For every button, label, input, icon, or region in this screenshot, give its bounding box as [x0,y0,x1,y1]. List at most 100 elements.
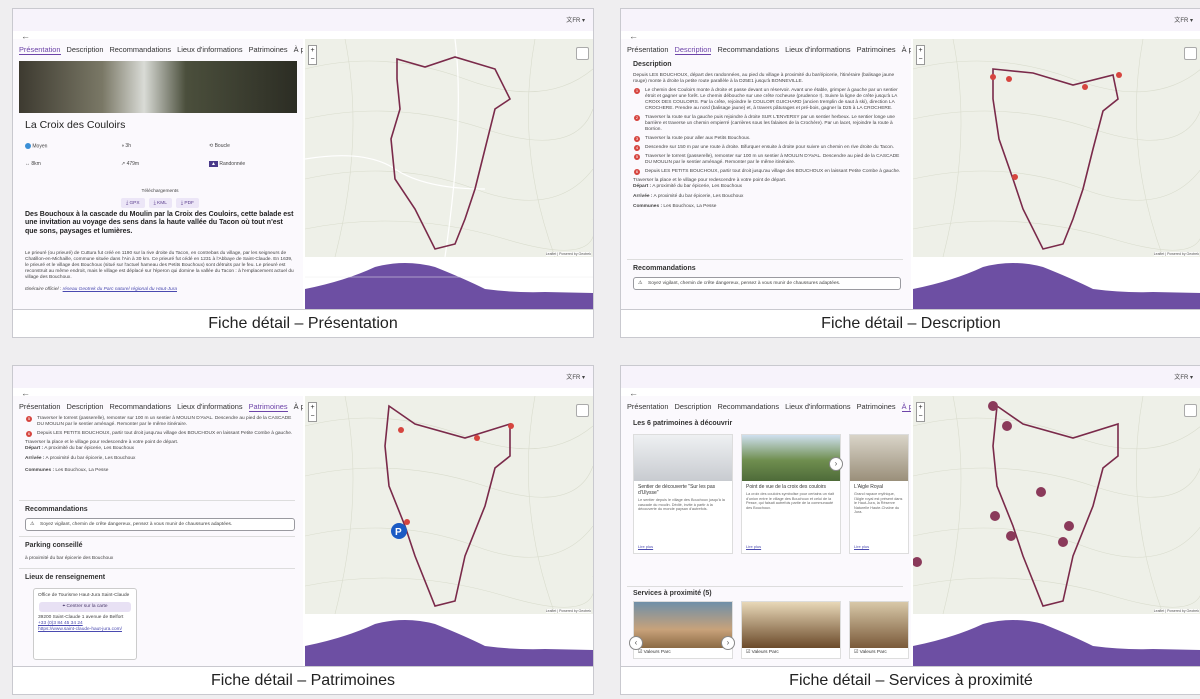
intro-text: Le prieuré (ou prieuré) de Cuttura fut c… [25,251,297,293]
carousel-prev-icon[interactable]: ‹ [629,636,643,650]
read-more-link[interactable]: Lire plus [746,544,761,549]
language-selector[interactable]: 文FR ▾ [566,15,585,24]
tab-patrimoines[interactable]: Patrimoines [857,45,896,54]
tab-presentation[interactable]: Présentation [627,402,669,411]
elevation-chart [913,263,1200,309]
app-window: 文FR ▾ ← Présentation Description Recommand… [620,365,1200,667]
carousel-next-icon[interactable]: › [829,457,843,471]
tab-patrimoines[interactable]: Patrimoines [249,45,288,54]
office-website[interactable]: https://www.saint-claude-haut-jura.com/ [38,627,132,633]
service-image [634,602,732,648]
tab-proximite[interactable]: À proximité [902,45,911,54]
heritage-card[interactable]: Sentier de découverte "Sur les pas d'Uly… [633,434,733,554]
tab-proximite[interactable]: À proximité [294,402,303,411]
divider [19,500,295,501]
tab-patrimoines[interactable]: Patrimoines [857,402,896,411]
step-text: Depuis LES PETITS BOUCHOUX, partir tout … [37,431,293,436]
map[interactable]: + − Leaflet | Powered by Geotrek [913,396,1200,614]
tab-recommandations[interactable]: Recommandations [717,45,779,54]
description-intro: Depuis LES BOUCHOUX, départ des randonné… [633,73,895,84]
depart-label: Départ : [633,184,652,189]
map[interactable]: + − Leaflet | Powered by Geotrek [913,39,1200,257]
map[interactable]: P + − Leaflet | Powered by Geotrek [305,396,593,614]
read-more-link[interactable]: Lire plus [638,544,653,549]
tab-lieux[interactable]: Lieux d'informations [785,45,851,54]
tab-presentation[interactable]: Présentation [19,45,61,55]
tab-presentation[interactable]: Présentation [19,402,61,411]
detail-panel: Présentation Description Recommandations Li… [13,39,303,309]
tab-lieux[interactable]: Lieux d'informations [785,402,851,411]
heritage-card[interactable]: Point de vue de la croix des couloirs La… [741,434,841,554]
screenshot-presentation: 文FR ▾ ← Présentation Description Recommand… [12,8,594,338]
read-more-link[interactable]: Lire plus [854,544,869,549]
carousel-next-icon[interactable]: › [721,636,735,650]
communes: Communes : Les Bouchoux, La Pesse [633,204,901,210]
layers-icon[interactable] [1184,47,1197,60]
zoom-in-button[interactable]: + [917,46,924,55]
tab-recommandations[interactable]: Recommandations [109,402,171,411]
language-label: FR [572,375,581,381]
screenshot-description: 文FR ▾ ← Présentation Description Recommand… [620,8,1200,338]
info-heading: Lieux de renseignement [25,574,106,581]
tab-recommandations[interactable]: Recommandations [717,402,779,411]
tab-recommandations[interactable]: Recommandations [109,45,171,54]
layers-icon[interactable] [576,47,589,60]
tab-proximite[interactable]: À proximité [294,45,303,54]
duration-value: 3h [125,143,131,149]
tab-presentation[interactable]: Présentation [627,45,669,54]
recommendation-text: Soyez vigilant, chemin de crête dangereu… [40,522,233,527]
heritage-image [634,435,732,481]
tab-description[interactable]: Description [674,45,712,55]
step-marker: 6 [26,431,32,437]
map-canvas[interactable] [913,39,1200,257]
detail-tabs: Présentation Description Recommandations Li… [19,45,303,55]
gpx-label: GPX [129,201,140,206]
service-card[interactable]: ☑ Valeurs Parc [633,601,733,659]
step-marker: 5 [634,154,640,160]
service-card[interactable]: ☑ Valeurs Parc [849,601,909,659]
layers-icon[interactable] [1184,404,1197,417]
heritage-card[interactable]: L'Aigle Royal Grand rapace mythique, l'A… [849,434,909,554]
tab-description[interactable]: Description [675,402,712,411]
zoom-in-button[interactable]: + [309,403,316,412]
itinerary-link[interactable]: réseau Geotrek du Parc naturel régional … [63,287,177,292]
tab-lieux[interactable]: Lieux d'informations [177,45,243,54]
step-marker: 3 [634,136,640,142]
tab-patrimoines[interactable]: Patrimoines [248,402,288,412]
divider [627,586,903,587]
tab-lieux[interactable]: Lieux d'informations [177,402,243,411]
duration: ◑ 3h [121,143,131,149]
zoom-out-button[interactable]: − [309,55,316,64]
kml-button[interactable]: ⤓ KML [148,198,172,208]
pdf-button[interactable]: ⤓ PDF [175,198,199,208]
tab-proximite[interactable]: À proximité [901,402,911,412]
zoom-out-button[interactable]: − [917,55,924,64]
map-credit: Leaflet | Powered by Geotrek [1153,252,1199,256]
map[interactable]: + − Leaflet | Powered by Geotrek [305,39,593,257]
map-canvas[interactable] [305,39,593,257]
service-card[interactable]: ☑ Valeurs Parc [741,601,841,659]
language-selector[interactable]: 文FR ▾ [1174,372,1193,381]
communes-value: Les Bouchoux, La Pesse [663,204,717,209]
tab-description[interactable]: Description [67,402,104,411]
tab-description[interactable]: Description [67,45,104,54]
gpx-button[interactable]: ⤓ GPX [121,198,145,208]
depart-value: A proximité du bar épicerie, Les Bouchou… [652,184,743,189]
center-map-button[interactable]: ⌖ Centrer sur la carte [39,602,131,612]
map-canvas[interactable] [913,396,1200,614]
step-text: Descendre sur 150 m par une route à droi… [645,145,894,150]
zoom-controls: + − [916,45,925,65]
language-selector[interactable]: 文FR ▾ [566,372,585,381]
zoom-in-button[interactable]: + [309,46,316,55]
description-body: Depuis LES BOUCHOUX, départ des randonné… [633,73,901,210]
zoom-out-button[interactable]: − [917,412,924,421]
map-canvas[interactable]: P [305,396,593,614]
communes-value: Les Bouchoux, La Pesse [55,468,109,473]
layers-icon[interactable] [576,404,589,417]
elevation: ↗ 479m [121,161,140,167]
arrivee-value: A proximité du bar épicerie, Les Bouchou… [45,456,136,461]
zoom-out-button[interactable]: − [309,412,316,421]
language-selector[interactable]: 文FR ▾ [1174,15,1193,24]
zoom-in-button[interactable]: + [917,403,924,412]
route-type: ⟲ Boucle [209,143,230,149]
